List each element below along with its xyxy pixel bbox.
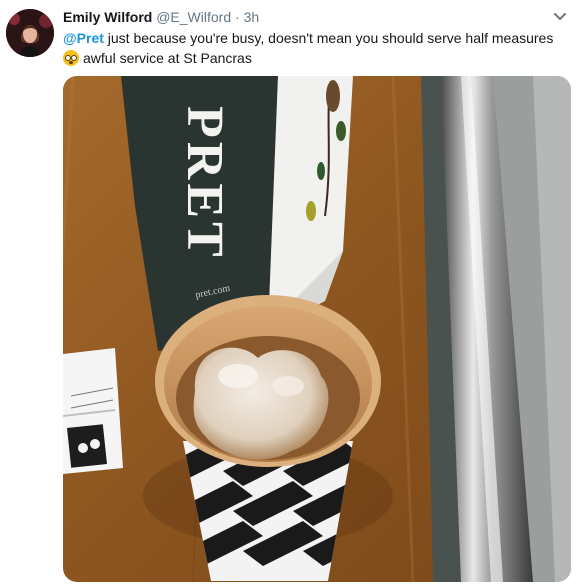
tweet-header: Emily Wilford @E_Wilford · 3h: [63, 8, 259, 26]
chevron-down-icon[interactable]: [552, 10, 568, 24]
tweet-body-2: awful service at St Pancras: [83, 50, 252, 66]
tweet-text: @Pret just because you're busy, doesn't …: [63, 28, 563, 68]
tweet-text-line-1: @Pret just because you're busy, doesn't …: [63, 28, 563, 48]
tweet-timestamp[interactable]: 3h: [244, 9, 260, 25]
separator-dot: ·: [235, 9, 240, 25]
author-handle[interactable]: @E_Wilford: [156, 9, 231, 25]
tweet-body: just because you're busy, doesn't mean y…: [103, 30, 554, 46]
tweet-photo[interactable]: PRET pret.com: [63, 76, 571, 582]
author-name[interactable]: Emily Wilford: [63, 9, 152, 25]
flushed-face-emoji-icon: [63, 50, 79, 66]
avatar[interactable]: [6, 9, 54, 57]
tweet-text-line-2: awful service at St Pancras: [63, 48, 563, 68]
mention-link[interactable]: @Pret: [63, 30, 104, 46]
bag-lettering: PRET: [176, 106, 233, 261]
